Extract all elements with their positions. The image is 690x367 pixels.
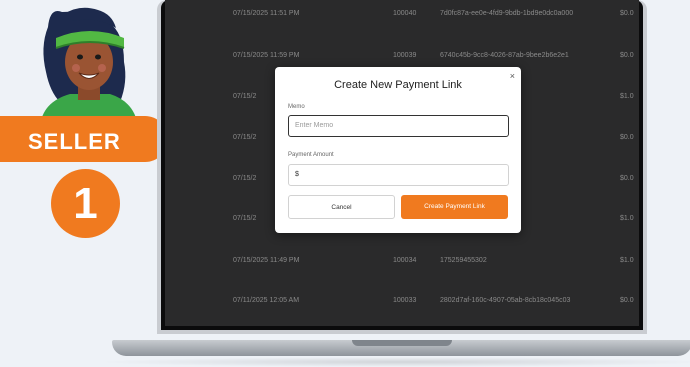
seller-label: SELLER <box>28 129 121 154</box>
table-row: 07/11/2025 12:05 AM 100033 2802d7af-160c… <box>233 297 634 304</box>
create-payment-link-dialog: × Create New Payment Link Memo Enter Mem… <box>275 67 521 233</box>
memo-placeholder: Enter Memo <box>295 122 334 129</box>
laptop-notch <box>352 340 452 346</box>
payment-amount-value: $ <box>295 171 299 178</box>
memo-input[interactable]: Enter Memo <box>288 115 509 137</box>
cancel-button[interactable]: Cancel <box>288 195 395 219</box>
table-row: 07/15/2025 11:51 PM 100040 7d0fc87a-ee0e… <box>233 10 634 17</box>
payment-amount-input[interactable]: $ <box>288 164 509 186</box>
create-payment-link-button[interactable]: Create Payment Link <box>401 195 508 219</box>
table-row: 07/15/2025 11:49 PM 100034 175259455302 … <box>233 257 634 264</box>
dialog-title: Create New Payment Link <box>334 79 462 91</box>
seller-avatar <box>40 7 138 127</box>
laptop-shadow <box>95 357 690 367</box>
step-number-badge: 1 <box>51 169 120 238</box>
memo-label: Memo <box>288 104 305 110</box>
payment-amount-label: Payment Amount <box>288 152 334 158</box>
